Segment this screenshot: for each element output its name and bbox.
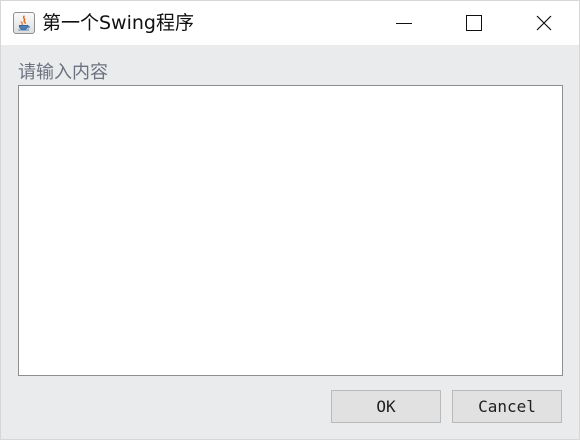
- maximize-icon: [466, 15, 482, 31]
- window-title: 第一个Swing程序: [42, 12, 194, 34]
- java-coffee-cup-icon: [13, 12, 35, 34]
- input-label: 请输入内容: [18, 62, 108, 83]
- close-button[interactable]: [509, 1, 579, 45]
- ok-button[interactable]: OK: [331, 390, 441, 423]
- dialog-content: 请输入内容 OK Cancel: [1, 45, 579, 439]
- window-title-bar[interactable]: 第一个Swing程序: [1, 1, 579, 45]
- minimize-button[interactable]: [369, 1, 439, 45]
- minimize-icon: [396, 23, 412, 24]
- content-text-area[interactable]: [18, 85, 563, 376]
- maximize-button[interactable]: [439, 1, 509, 45]
- swing-dialog-window: 第一个Swing程序 请输入内容 OK Cancel: [0, 0, 580, 440]
- cancel-button[interactable]: Cancel: [452, 390, 562, 423]
- close-icon: [536, 15, 552, 31]
